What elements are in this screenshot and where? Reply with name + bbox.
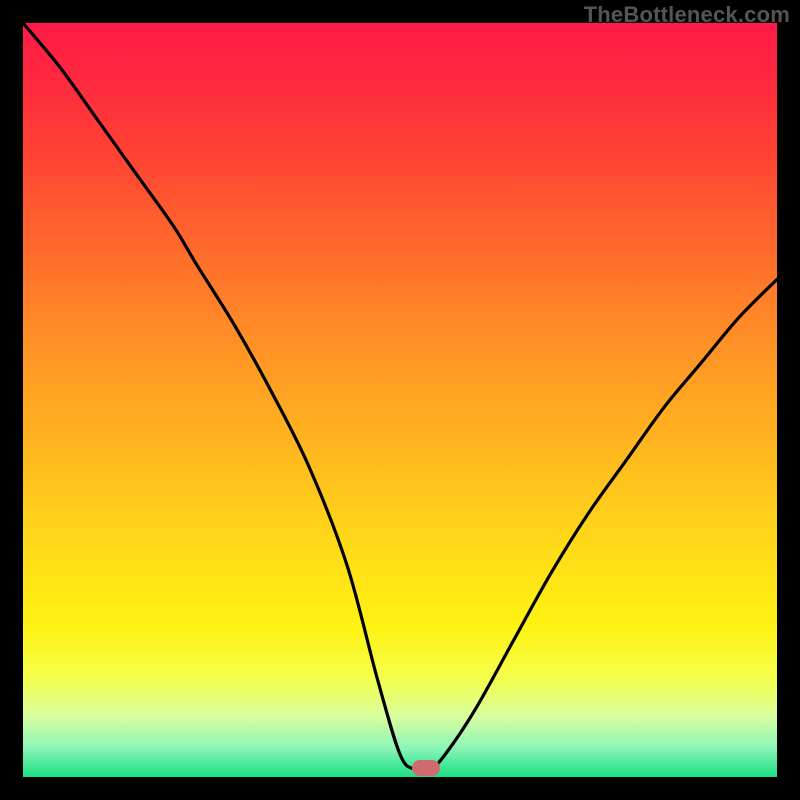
optimal-marker <box>412 760 440 776</box>
curve-svg <box>23 23 777 777</box>
watermark-text: TheBottleneck.com <box>584 2 790 28</box>
plot-area <box>23 23 777 777</box>
chart-frame: TheBottleneck.com <box>0 0 800 800</box>
bottleneck-curve-path <box>23 23 777 771</box>
